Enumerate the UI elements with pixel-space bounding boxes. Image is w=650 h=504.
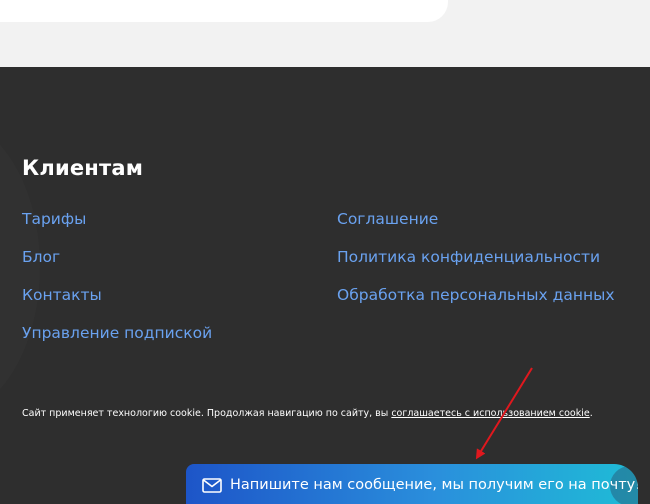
mail-icon [202,478,222,493]
footer-link-agreement[interactable]: Соглашение [337,210,438,228]
cookie-consent-link[interactable]: соглашаетесь с использованием cookie [391,408,589,419]
cookie-notice-suffix: . [589,408,593,419]
chat-widget-button[interactable]: Напишите нам сообщение, мы получим его н… [186,464,638,504]
footer-link-subscription[interactable]: Управление подпиской [22,324,212,342]
cookie-notice-text: Сайт применяет технологию cookie. Продол… [22,408,392,419]
footer-link-personal-data[interactable]: Обработка персональных данных [337,286,615,304]
page-content-area [0,0,650,67]
chat-widget-label: Напишите нам сообщение, мы получим его н… [230,477,638,493]
footer-link-contacts[interactable]: Контакты [22,286,102,304]
footer-title: Клиентам [22,156,144,180]
content-card [0,0,448,22]
footer-link-privacy-policy[interactable]: Политика конфиденциальности [337,248,600,266]
site-footer: Клиентам Тарифы Блог Контакты Управление… [0,67,650,504]
footer-link-blog[interactable]: Блог [22,248,60,266]
cookie-notice: Сайт применяет технологию cookie. Продол… [22,408,593,419]
footer-link-tariffs[interactable]: Тарифы [22,210,86,228]
